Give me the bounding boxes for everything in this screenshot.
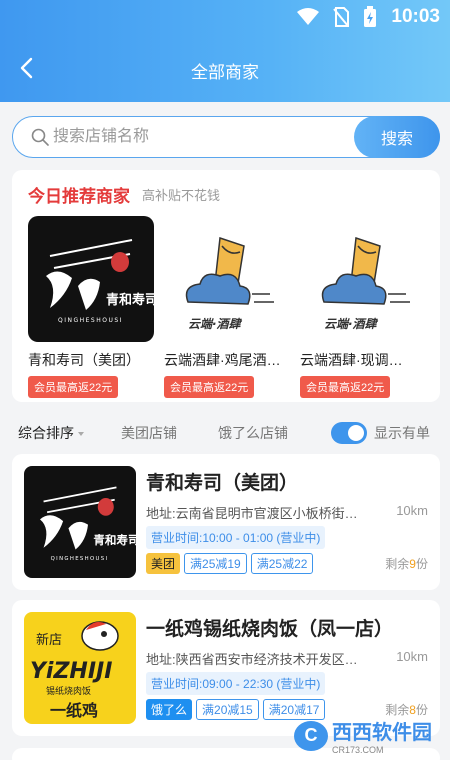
store-logo: 云端·酒肆 [164,216,290,342]
cashback-badge: 会员最高返22元 [28,376,119,398]
status-time: 10:03 [391,6,440,27]
status-bar: 10:03 [0,0,450,36]
store-logo: 青和寿司 QINGHESHOUSI [28,216,154,342]
promo-tag: 满25减19 [184,553,247,574]
wifi-icon [297,8,320,25]
search-button[interactable]: 搜索 [354,116,440,158]
cashback-badge: 会员最高返22元 [164,376,255,398]
sort-label: 综合排序 [18,425,74,441]
search-bar: 搜索 [12,116,440,158]
toggle-label: 显示有单 [374,425,430,441]
recommend-section: 今日推荐商家 高补贴不花钱 青和寿司 QINGHESHOUSI 青和寿司（美团）… [12,170,440,402]
watermark-logo-icon: C [294,720,328,751]
recommend-subtitle: 高补贴不花钱 [142,188,221,203]
promo-tag: 满20减15 [196,699,259,720]
platform-tag: 美团 [146,553,181,574]
logo-text: 云端·酒肆 [188,317,243,331]
watermark-text: 西西软件园 [332,722,432,744]
promo-tag: 满25减22 [250,553,314,574]
recommend-name: 云端酒肆·现调… [300,352,403,368]
store-logo: 云端·酒肆 [300,216,426,342]
recommend-item[interactable]: 云端·酒肆 云端酒肆·鸡尾酒… 会员最高返22元 [164,216,292,398]
logo-sub: QINGHESHOUSI [58,317,123,324]
caret-down-icon [78,432,84,437]
search-icon [31,128,49,146]
recommend-name: 云端酒肆·鸡尾酒… [164,352,281,368]
header: 10:03 全部商家 [0,0,450,102]
filter-bar: 综合排序 美团店铺 饿了么店铺 显示有单 [0,414,450,450]
show-available-toggle[interactable] [331,422,367,444]
store-address: 地址:云南省昆明市官渡区小板桥街道… [146,506,368,521]
battery-charging-icon [364,6,377,27]
watermark: C 西西软件园 CR173.COM [294,716,432,755]
sort-dropdown[interactable]: 综合排序 [18,423,84,443]
logo-text: 云端·酒肆 [324,317,379,331]
logo-text: 锡纸烧肉饭 [46,685,91,697]
store-distance: 10km [396,503,428,518]
store-name: 青和寿司（美团） [146,473,299,494]
logo-bottom-text: 一纸鸡 [50,701,98,720]
new-store-label: 新店 [36,632,62,648]
logo-text: 青和寿司 [93,533,136,547]
store-hours: 营业时间:09:00 - 22:30 (营业中) [146,672,326,695]
recommend-item[interactable]: 云端·酒肆 云端酒肆·现调… 会员最高返22元 [300,216,428,398]
logo-text: 青和寿司 [106,292,154,308]
recommend-item[interactable]: 青和寿司 QINGHESHOUSI 青和寿司（美团） 会员最高返22元 [28,216,156,398]
store-logo: 新店 YiZHIJI 锡纸烧肉饭 一纸鸡 [24,612,136,724]
brand-text: YiZHIJI [30,659,112,684]
store-hours: 营业时间:10:00 - 01:00 (营业中) [146,526,326,549]
platform-tag: 饿了么 [146,699,193,720]
store-name: 一纸鸡锡纸烧肉饭（凤一店） [146,619,394,640]
page-title: 全部商家 [191,63,259,82]
recommend-title: 今日推荐商家 [28,187,130,206]
store-card[interactable]: 青和寿司 QINGHESHOUSI 青和寿司（美团） 地址:云南省昆明市官渡区小… [12,454,440,590]
logo-sub: QINGHESHOUSI [51,556,109,562]
watermark-sub: CR173.COM [332,745,384,755]
recommend-name: 青和寿司（美团） [28,352,140,368]
remaining-count: 剩余9份 [385,557,428,571]
tab-meituan[interactable]: 美团店铺 [121,423,177,443]
toggle-knob [348,425,364,441]
no-sim-icon [333,7,350,27]
cashback-badge: 会员最高返22元 [300,376,391,398]
search-input[interactable] [53,117,353,157]
store-logo: 青和寿司 QINGHESHOUSI [24,466,136,578]
store-distance: 10km [396,649,428,664]
tab-eleme[interactable]: 饿了么店铺 [218,423,288,443]
store-address: 地址:陕西省西安市经济技术开发区… [146,652,358,667]
